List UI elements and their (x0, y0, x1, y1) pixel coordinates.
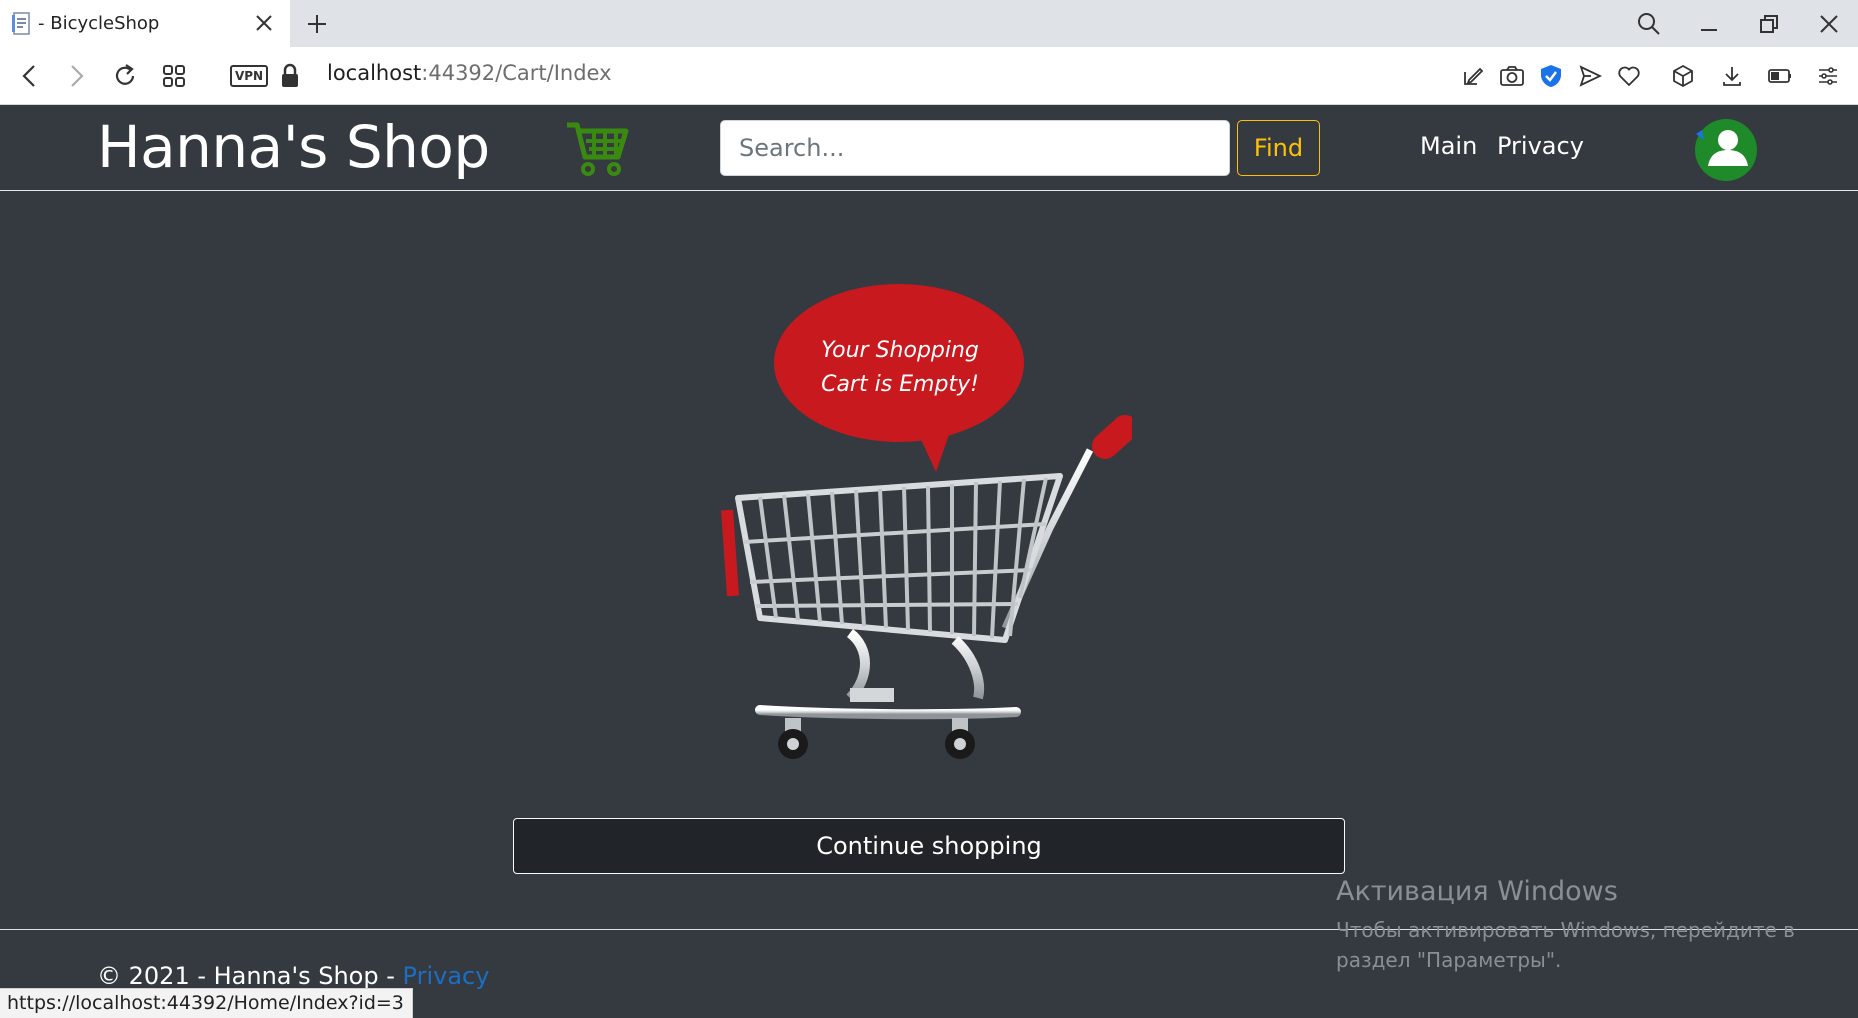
search-tabs-icon[interactable] (1632, 8, 1666, 40)
cube-icon[interactable] (1669, 62, 1697, 90)
find-button[interactable]: Find (1237, 120, 1320, 176)
footer-privacy-link[interactable]: Privacy (403, 962, 490, 990)
site-navbar: Hanna's Shop Find Main Privacy (0, 105, 1858, 191)
footer-copyright: © 2021 - Hanna's Shop - (97, 962, 403, 990)
back-icon[interactable] (14, 60, 46, 92)
battery-saver-icon[interactable] (1766, 62, 1794, 90)
url-field[interactable]: localhost:44392/Cart/Index (327, 61, 612, 85)
browser-address-bar: VPN localhost:44392/Cart/Index (0, 47, 1858, 105)
settings-sliders-icon[interactable] (1814, 62, 1842, 90)
bubble-text-line1: Your Shopping (821, 338, 979, 363)
site-brand[interactable]: Hanna's Shop (97, 113, 490, 181)
reload-icon[interactable] (109, 60, 141, 92)
search-input[interactable] (720, 120, 1230, 176)
user-avatar-icon[interactable] (1694, 118, 1758, 182)
close-window-icon[interactable] (1812, 8, 1846, 40)
continue-shopping-button[interactable]: Continue shopping (513, 818, 1345, 874)
windows-activation-watermark: Активация Windows Чтобы активировать Win… (1336, 876, 1806, 975)
windows-activation-subtitle: Чтобы активировать Windows, перейдите в … (1336, 918, 1795, 972)
browser-tab[interactable]: - BicycleShop (0, 0, 290, 47)
shopping-cart-icon[interactable] (564, 119, 630, 179)
nav-link-main[interactable]: Main (1420, 132, 1477, 160)
tab-title: - BicycleShop (38, 13, 160, 34)
adblock-shield-icon[interactable] (1537, 62, 1565, 90)
browser-tab-bar: - BicycleShop (0, 0, 1858, 47)
camera-icon[interactable] (1498, 62, 1526, 90)
edit-page-icon[interactable] (1459, 62, 1487, 90)
url-host: localhost (327, 61, 422, 85)
close-tab-icon[interactable] (252, 11, 276, 35)
empty-cart-illustration: Your Shopping Cart is Empty! (720, 278, 1138, 762)
nav-link-privacy[interactable]: Privacy (1497, 132, 1584, 160)
speed-dial-icon[interactable] (158, 60, 190, 92)
status-bar-url: https://localhost:44392/Home/Index?id=3 (0, 988, 413, 1018)
lock-icon[interactable] (274, 60, 306, 92)
heart-icon[interactable] (1615, 62, 1643, 90)
windows-activation-title: Активация Windows (1336, 876, 1618, 907)
footer: © 2021 - Hanna's Shop - Privacy (97, 962, 489, 990)
forward-icon[interactable] (60, 60, 92, 92)
send-icon[interactable] (1576, 62, 1604, 90)
download-icon[interactable] (1718, 62, 1746, 90)
vpn-badge[interactable]: VPN (230, 65, 268, 87)
url-path: :44392/Cart/Index (421, 61, 612, 85)
restore-window-icon[interactable] (1752, 8, 1786, 40)
bubble-text-line2: Cart is Empty! (821, 372, 979, 397)
new-tab-icon[interactable] (302, 9, 332, 39)
page-favicon-icon (12, 11, 34, 36)
minimize-window-icon[interactable] (1692, 8, 1726, 40)
